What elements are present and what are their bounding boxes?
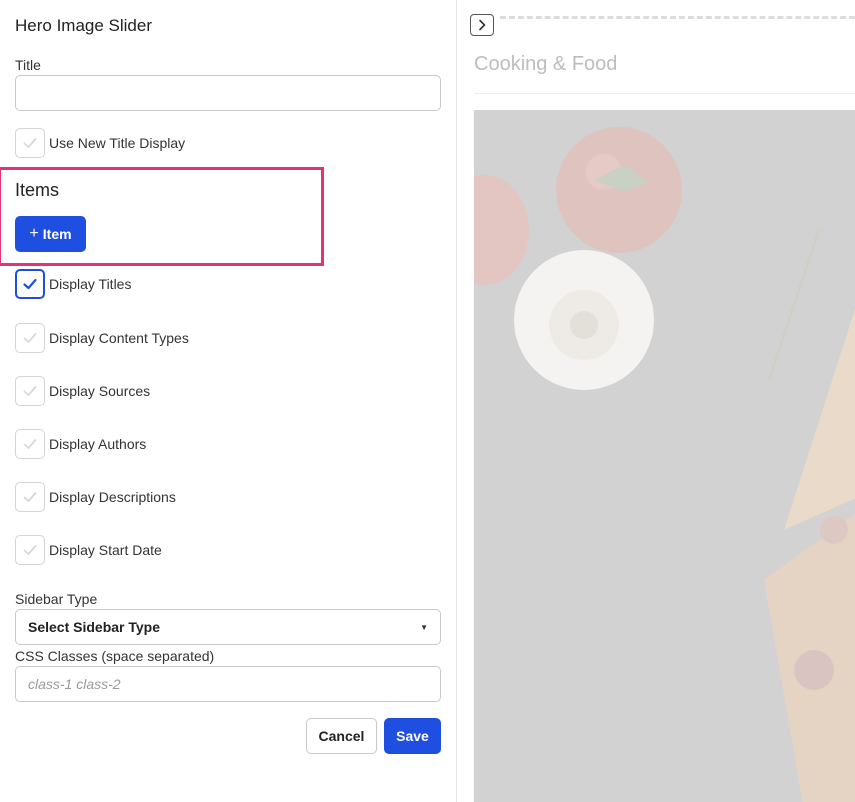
sidebar-type-value: Select Sidebar Type	[28, 619, 161, 635]
sidebar-type-select[interactable]: Select Sidebar Type ▼	[15, 609, 441, 645]
preview-title: Cooking & Food	[474, 53, 618, 75]
use-new-title-display-checkbox[interactable]	[15, 128, 45, 158]
display-descriptions-label: Display Descriptions	[49, 489, 176, 505]
expand-button[interactable]	[470, 14, 494, 36]
display-start-date-checkbox[interactable]	[15, 535, 45, 565]
option-display-titles[interactable]: Display Titles	[15, 269, 131, 299]
option-display-descriptions[interactable]: Display Descriptions	[15, 482, 176, 512]
title-input[interactable]	[15, 75, 441, 111]
css-classes-label: CSS Classes (space separated)	[15, 648, 215, 664]
css-classes-input[interactable]	[15, 666, 441, 702]
chevron-right-icon	[479, 19, 486, 31]
display-titles-label: Display Titles	[49, 276, 132, 292]
preview-divider	[474, 93, 855, 94]
option-display-authors[interactable]: Display Authors	[15, 429, 146, 459]
dashed-divider	[500, 16, 855, 19]
check-icon	[23, 545, 37, 555]
preview-panel: Cooking & Food	[458, 0, 855, 802]
display-authors-checkbox[interactable]	[15, 429, 45, 459]
display-titles-checkbox[interactable]	[15, 269, 45, 299]
display-descriptions-checkbox[interactable]	[15, 482, 45, 512]
title-field-label: Title	[15, 57, 41, 73]
caret-down-icon: ▼	[420, 622, 428, 632]
display-sources-checkbox[interactable]	[15, 376, 45, 406]
option-display-sources[interactable]: Display Sources	[15, 376, 150, 406]
display-authors-label: Display Authors	[49, 436, 147, 452]
option-display-content-types[interactable]: Display Content Types	[15, 323, 189, 353]
highlight-box	[0, 167, 324, 266]
hero-overlay	[474, 110, 855, 802]
check-icon	[23, 333, 37, 343]
use-new-title-display-row[interactable]: Use New Title Display	[15, 128, 185, 158]
check-icon	[23, 278, 37, 290]
display-sources-label: Display Sources	[49, 383, 151, 399]
display-content-types-label: Display Content Types	[49, 330, 189, 346]
cancel-button[interactable]: Cancel	[306, 718, 377, 754]
hero-image	[474, 110, 855, 802]
use-new-title-display-label: Use New Title Display	[49, 135, 186, 151]
check-icon	[23, 439, 37, 449]
display-start-date-label: Display Start Date	[49, 542, 162, 558]
panel-title: Hero Image Slider	[15, 16, 153, 35]
sidebar-type-label: Sidebar Type	[15, 591, 98, 607]
save-button[interactable]: Save	[384, 718, 441, 754]
check-icon	[23, 386, 37, 396]
option-display-start-date[interactable]: Display Start Date	[15, 535, 162, 565]
check-icon	[23, 138, 37, 148]
check-icon	[23, 492, 37, 502]
editor-panel: Hero Image Slider Title Use New Title Di…	[0, 0, 457, 802]
display-content-types-checkbox[interactable]	[15, 323, 45, 353]
